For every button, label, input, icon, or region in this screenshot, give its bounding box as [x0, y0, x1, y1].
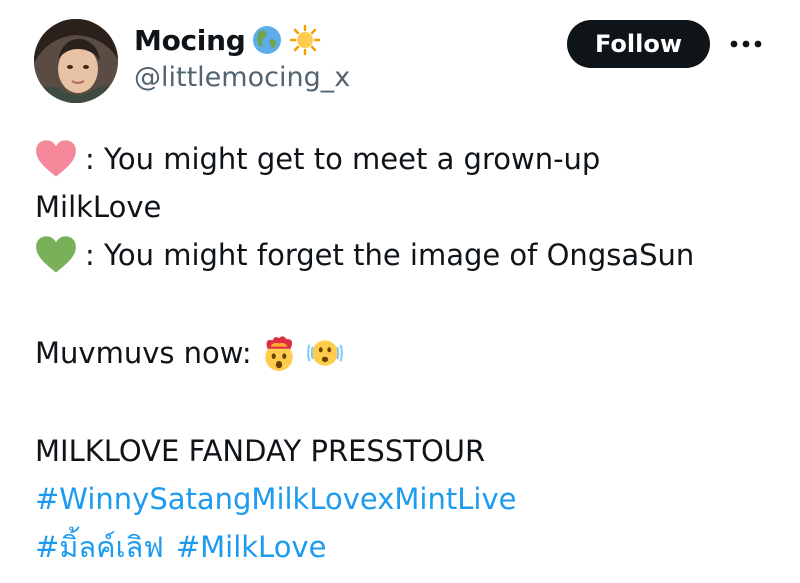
tweet-line-3: : You might forget the image of OngsaSun [35, 231, 775, 279]
follow-button[interactable]: Follow [567, 20, 710, 68]
sun-icon [290, 24, 321, 56]
hashtag-link[interactable]: #MilkLove [176, 523, 327, 571]
pink-heart-icon [36, 140, 76, 177]
user-handle[interactable]: @littlemocing_x [134, 62, 350, 93]
display-name[interactable]: Mocing [134, 24, 246, 57]
more-options-button[interactable] [724, 26, 768, 62]
tweet-line-5-text: MILKLOVE FANDAY PRESSTOUR [35, 434, 486, 468]
name-row: Mocing [134, 20, 321, 60]
tweet-header: Mocing @littlemocing_x Follow [0, 0, 800, 110]
shaking-face-icon [306, 340, 343, 366]
tweet-line-4: Muvmuvs now: [35, 329, 775, 377]
hashtag-link[interactable]: #มิ้ลค์เลิฟ [35, 523, 164, 571]
tweet-line-5: MILKLOVE FANDAY PRESSTOUR [35, 427, 775, 475]
exploding-head-icon [264, 336, 293, 371]
tweet-text: : You might get to meet a grown-up MilkL… [35, 135, 775, 571]
green-heart-icon [36, 236, 76, 273]
hashtag-line-2: #มิ้ลค์เลิฟ #MilkLove [35, 523, 775, 571]
avatar[interactable] [34, 19, 118, 103]
avatar-photo [34, 19, 118, 103]
tweet-line-1: : You might get to meet a grown-up [35, 135, 775, 183]
hashtag-link[interactable]: #WinnySatangMilkLovexMintLive [35, 475, 516, 523]
tweet-line-2: MilkLove [35, 183, 775, 231]
hashtag-line-1: #WinnySatangMilkLovexMintLive [35, 475, 775, 523]
tweet-line-1-text: : You might get to meet a grown-up [85, 142, 601, 176]
tweet-line-3-text: : You might forget the image of OngsaSun [85, 238, 695, 272]
tweet-line-4-text: Muvmuvs now: [35, 336, 252, 370]
more-dots-icon [730, 40, 762, 48]
tweet-line-2-text: MilkLove [35, 190, 162, 224]
globe-icon [253, 26, 282, 54]
